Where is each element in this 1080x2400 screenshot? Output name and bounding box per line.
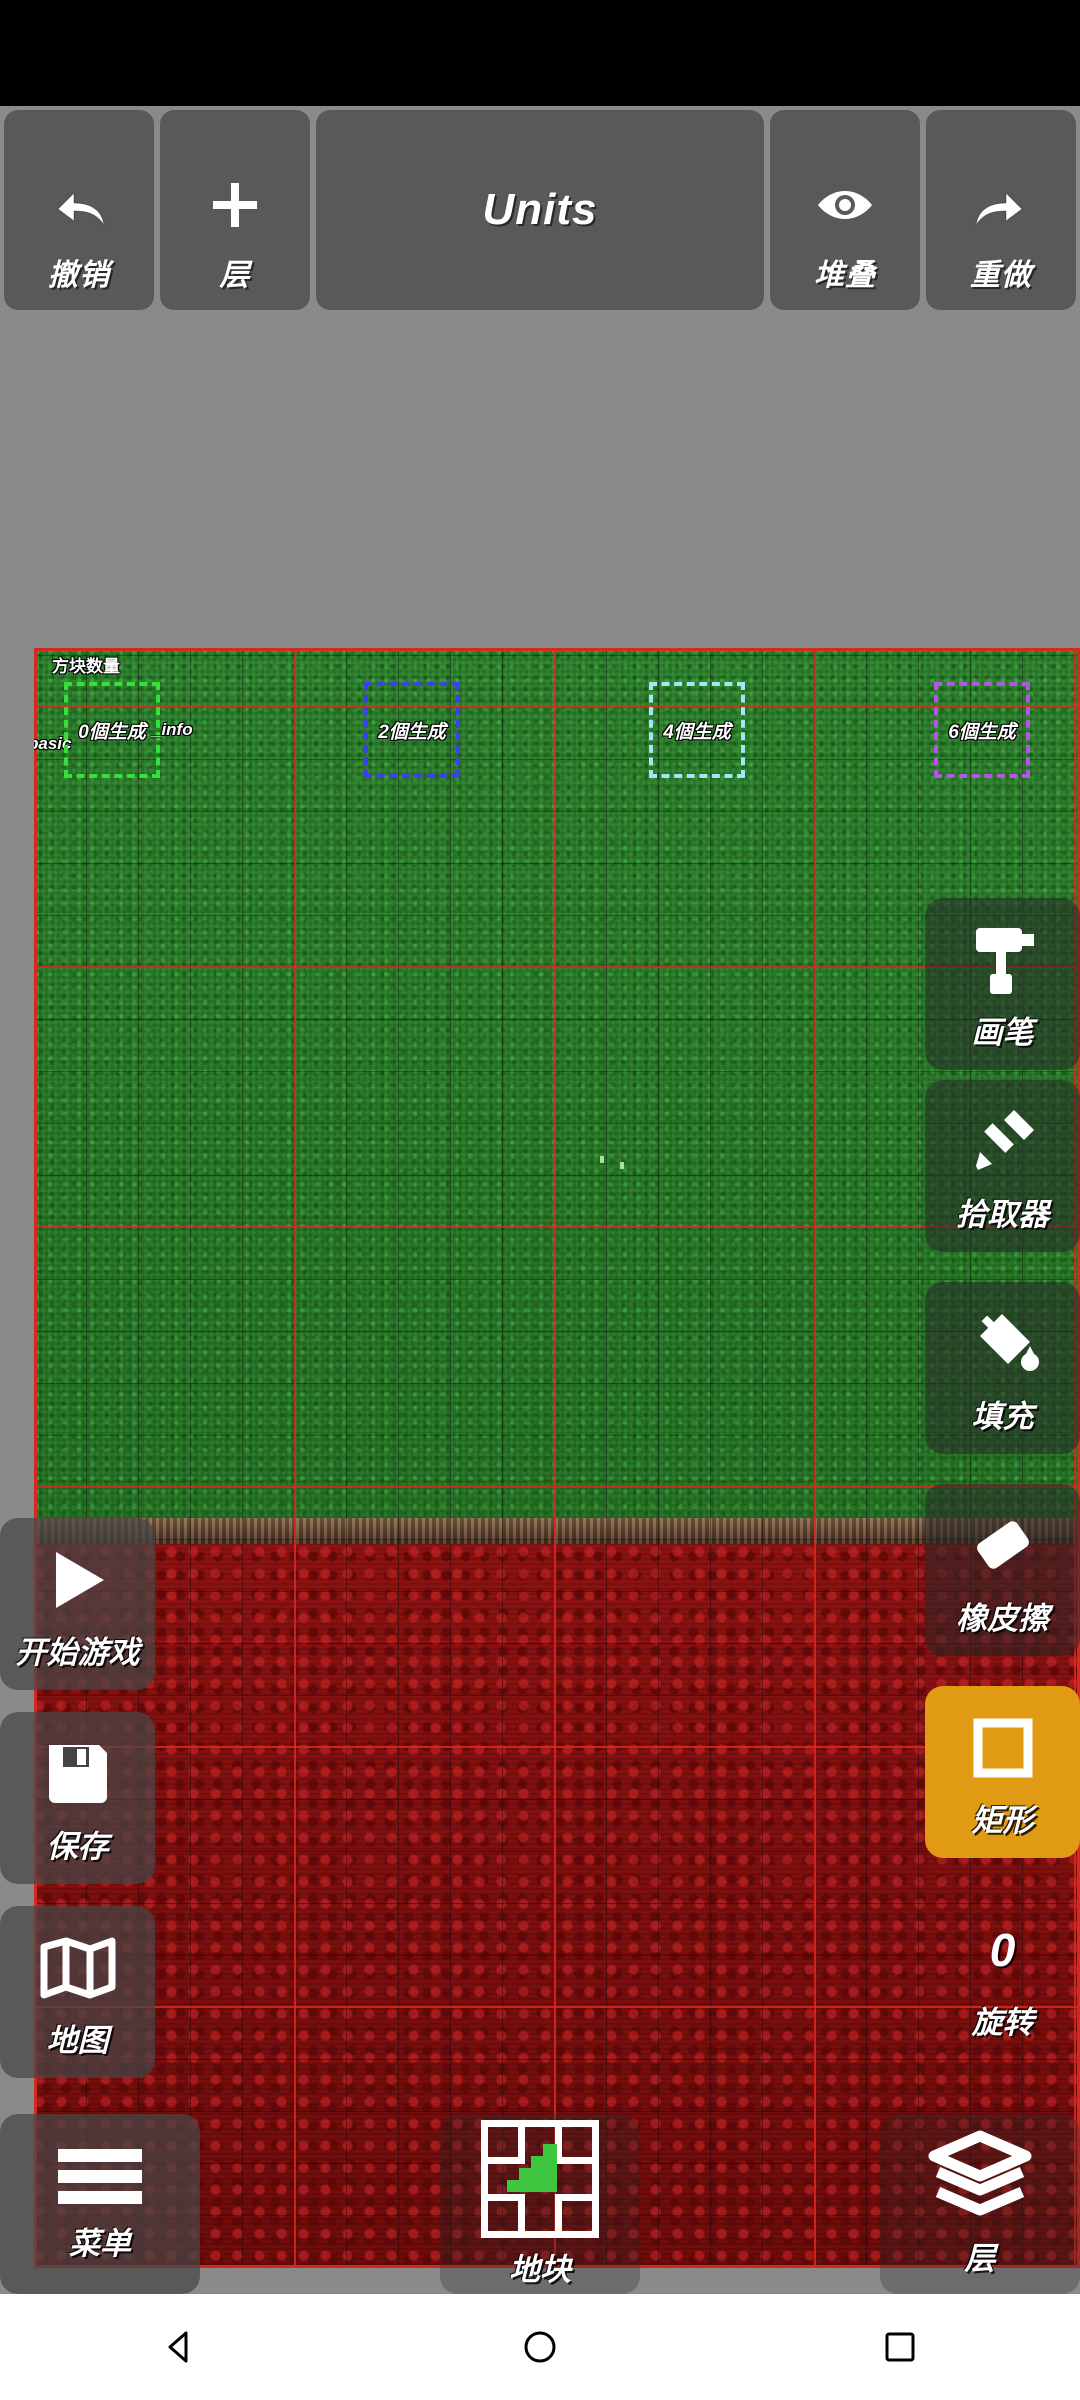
save-label: 保存 — [46, 1828, 109, 1864]
top-toolbar: 撤销 层 Units 堆叠 重做 — [0, 110, 1080, 310]
tool-brush-label: 画笔 — [971, 1014, 1034, 1050]
add-layer-label: 层 — [219, 259, 251, 292]
tile-selector-label: 地块 — [509, 2251, 571, 2287]
plus-icon — [207, 166, 263, 244]
undo-label: 撤销 — [48, 259, 110, 292]
map-button[interactable]: 地图 — [0, 1906, 155, 2078]
spawn-zone[interactable]: 4個生成 — [649, 682, 745, 778]
tool-rotate-button[interactable]: 0 旋转 — [925, 1888, 1080, 2060]
map-fold-icon — [38, 1925, 118, 2011]
spawn-zone-info-overlay: _info — [152, 720, 193, 739]
layers-stack-icon — [928, 2130, 1032, 2227]
hamburger-menu-icon — [52, 2145, 148, 2212]
stack-label: 堆叠 — [814, 259, 876, 292]
tool-eraser-button[interactable]: 橡皮擦 — [925, 1484, 1080, 1656]
eyedropper-icon — [966, 1099, 1040, 1185]
spawn-zone[interactable]: 2個生成 — [364, 682, 460, 778]
save-button[interactable]: 保存 — [0, 1712, 155, 1884]
map-speck — [620, 1162, 624, 1169]
nav-recents-square-icon[interactable] — [870, 2317, 930, 2377]
eye-icon — [812, 166, 878, 244]
tool-fill-button[interactable]: 填充 — [925, 1282, 1080, 1454]
tile-selector-button[interactable]: 地块 — [440, 2114, 640, 2294]
paint-roller-icon — [966, 917, 1040, 1003]
tool-brush-button[interactable]: 画笔 — [925, 898, 1080, 1070]
undo-arrow-icon — [48, 166, 110, 244]
spawn-zone-label: 6個生成 — [948, 721, 1016, 743]
eraser-icon — [965, 1503, 1041, 1589]
redo-label: 重做 — [970, 259, 1032, 292]
status-bar — [0, 0, 1080, 106]
tool-rotate-label: 旋转 — [971, 2004, 1034, 2040]
start-game-label: 开始游戏 — [15, 1634, 140, 1670]
tool-picker-button[interactable]: 拾取器 — [925, 1080, 1080, 1252]
tool-rectangle-label: 矩形 — [971, 1802, 1034, 1838]
spawn-zone-label: 0個生成 — [78, 721, 146, 743]
map-label: 地图 — [46, 2022, 109, 2058]
nav-home-circle-icon[interactable] — [510, 2317, 570, 2377]
map-border — [34, 648, 1080, 2268]
spawn-zone[interactable]: 6個生成 — [934, 682, 1030, 778]
nav-back-triangle-icon[interactable] — [150, 2317, 210, 2377]
undo-button[interactable]: 撤销 — [4, 110, 154, 310]
tool-picker-label: 拾取器 — [956, 1196, 1049, 1232]
tile-preview-stairs — [481, 2119, 599, 2238]
tool-rectangle-button[interactable]: 矩形 — [925, 1686, 1080, 1858]
canvas-name-button[interactable]: Units — [316, 110, 764, 310]
layers-label: 层 — [964, 2241, 996, 2276]
redo-button[interactable]: 重做 — [926, 110, 1076, 310]
canvas-name-label: Units — [482, 185, 598, 234]
menu-label: 菜单 — [69, 2226, 131, 2261]
spawn-zone-label: 2個生成 — [378, 721, 446, 743]
map-corner-label: 方块数量 — [52, 657, 120, 676]
map-canvas[interactable]: 方块数量 basic 0個生成 _info 2個生成 4個生成 6個生成 — [34, 648, 1080, 2268]
start-game-button[interactable]: 开始游戏 — [0, 1518, 155, 1690]
add-layer-button[interactable]: 层 — [160, 110, 310, 310]
rotation-value-display: 0 — [990, 1907, 1016, 1993]
floppy-disk-icon — [43, 1731, 113, 1817]
tool-fill-label: 填充 — [971, 1398, 1034, 1434]
rotation-value: 0 — [989, 1923, 1016, 1976]
spawn-zone-label: 4個生成 — [663, 721, 731, 743]
tool-eraser-label: 橡皮擦 — [956, 1600, 1049, 1636]
spawn-zone[interactable]: 0個生成 — [64, 682, 160, 778]
square-outline-icon — [971, 1705, 1035, 1791]
play-triangle-icon — [42, 1537, 114, 1623]
map-speck — [600, 1156, 604, 1163]
paint-bucket-icon — [964, 1301, 1042, 1387]
android-nav-bar — [0, 2294, 1080, 2400]
redo-arrow-icon — [970, 166, 1032, 244]
stack-visibility-button[interactable]: 堆叠 — [770, 110, 920, 310]
menu-button[interactable]: 菜单 — [0, 2114, 200, 2294]
layers-button[interactable]: 层 — [880, 2114, 1080, 2294]
